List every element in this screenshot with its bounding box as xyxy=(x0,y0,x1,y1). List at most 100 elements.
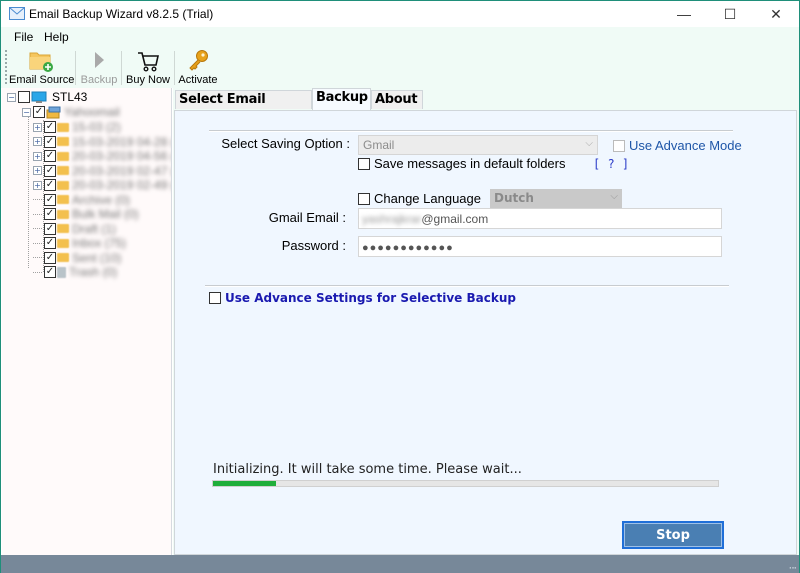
maximize-icon: ☐ xyxy=(723,5,737,22)
toolbar-separator xyxy=(174,51,175,85)
expand-icon[interactable]: + xyxy=(33,151,42,161)
expand-icon[interactable]: + xyxy=(33,122,42,132)
tree-checkbox[interactable]: ✓ xyxy=(44,135,56,148)
checkbox[interactable] xyxy=(358,157,370,170)
tab-select-email-source[interactable]: Select Email Source xyxy=(175,90,312,125)
folder-icon xyxy=(57,224,69,233)
folder-add-icon xyxy=(29,52,53,72)
tree-checkbox[interactable] xyxy=(18,91,30,103)
email-source-label: Email Source xyxy=(9,74,75,86)
folder-icon xyxy=(57,166,69,175)
password-label: Password : xyxy=(281,238,346,253)
minimize-button[interactable]: — xyxy=(661,1,707,27)
tree-node-folder[interactable]: +✓ 20-03-2019 04-56 (0) xyxy=(33,149,171,163)
tree-node-folder[interactable]: +✓ 20-03-2019 02-47 (0) xyxy=(33,163,171,178)
tree-node-folder[interactable]: ✓ Draft (1) xyxy=(33,222,116,236)
tree-checkbox[interactable]: ✓ xyxy=(44,251,56,264)
change-language-checkbox[interactable]: Change Language xyxy=(358,191,481,206)
resize-grip-icon[interactable]: ⠠⠤ xyxy=(786,562,797,571)
toolbar-separator xyxy=(75,51,76,85)
saving-option-label: Select Saving Option : xyxy=(221,136,350,151)
tree-node-folder[interactable]: ✓ Sent (10) xyxy=(33,251,121,265)
collapse-icon[interactable]: − xyxy=(7,92,16,102)
folder-icon xyxy=(57,253,69,262)
folder-icon xyxy=(57,151,69,161)
stop-button[interactable]: Stop xyxy=(622,521,724,549)
menu-help[interactable]: Help xyxy=(44,30,69,44)
mail-stack-icon xyxy=(46,106,61,118)
tree-checkbox[interactable]: ✓ xyxy=(44,164,56,177)
tree-node-root[interactable]: − STL43 xyxy=(7,90,87,104)
tree-checkbox[interactable]: ✓ xyxy=(44,179,56,191)
backup-label: Backup xyxy=(80,74,118,86)
saving-option-select[interactable]: Gmail ⌵ xyxy=(358,135,598,155)
tree-node-folder[interactable]: +✓ 20-03-2019 02-49 (0) xyxy=(33,178,171,192)
status-bar: ⠠⠤ xyxy=(1,555,799,573)
save-default-folders-checkbox[interactable]: Save messages in default folders xyxy=(358,156,566,171)
tree-node-folder[interactable]: ✓ Archive (0) xyxy=(33,193,130,207)
buy-now-button[interactable]: Buy Now xyxy=(124,48,172,88)
folder-label: 20-03-2019 02-49 (0) xyxy=(72,178,171,192)
checkbox[interactable] xyxy=(209,292,221,304)
password-input[interactable]: ●●●●●●●●●●●● xyxy=(358,236,722,257)
folder-label: Trash (0) xyxy=(69,265,118,279)
checkbox[interactable] xyxy=(613,139,625,152)
backup-button[interactable]: Backup xyxy=(79,48,119,88)
folder-label: 20-03-2019 02-47 (0) xyxy=(72,163,171,178)
gmail-email-input[interactable]: yashrajkrar@gmail.com xyxy=(358,208,722,229)
tree-checkbox[interactable]: ✓ xyxy=(44,150,56,162)
language-select[interactable]: Dutch ⌵ xyxy=(490,189,622,209)
gmail-email-label: Gmail Email : xyxy=(268,210,346,225)
chevron-down-icon: ⌵ xyxy=(610,191,618,202)
help-link[interactable]: [ ? ] xyxy=(593,157,629,171)
activate-button[interactable]: Activate xyxy=(177,48,219,88)
maximize-button[interactable]: ☐ xyxy=(707,1,753,27)
tree-checkbox[interactable]: ✓ xyxy=(44,208,56,220)
tree-node-account[interactable]: − ✓ Yahoomail xyxy=(22,105,120,119)
tab-backup[interactable]: Backup xyxy=(312,88,371,110)
trash-icon xyxy=(57,266,66,278)
collapse-icon[interactable]: − xyxy=(22,107,31,117)
title-bar: Email Backup Wizard v8.2.5 (Trial) — ☐ ✕ xyxy=(1,1,799,27)
folder-icon xyxy=(57,195,69,204)
use-advance-mode-checkbox[interactable]: Use Advance Mode xyxy=(613,138,742,153)
use-advance-mode-label: Use Advance Mode xyxy=(629,138,742,153)
expand-icon[interactable]: + xyxy=(33,137,42,146)
minimize-icon: — xyxy=(677,6,691,22)
close-button[interactable]: ✕ xyxy=(753,1,799,27)
tree-node-folder[interactable]: +✓ 15-03-2019 04-28 (0) xyxy=(33,135,171,149)
tree-node-folder[interactable]: ✓ Bulk Mail (0) xyxy=(33,207,139,221)
app-envelope-icon xyxy=(9,7,25,20)
expand-icon[interactable]: + xyxy=(33,180,42,190)
tree-checkbox[interactable]: ✓ xyxy=(44,237,56,249)
close-icon: ✕ xyxy=(770,5,782,22)
checkbox[interactable] xyxy=(358,192,370,205)
tree-checkbox[interactable]: ✓ xyxy=(44,121,56,133)
folder-icon xyxy=(57,122,69,132)
password-value: ●●●●●●●●●●●● xyxy=(362,242,454,254)
tree-connector xyxy=(33,257,42,258)
toolbar-separator xyxy=(121,51,122,85)
folder-label: Bulk Mail (0) xyxy=(72,207,139,221)
advance-settings-label: Use Advance Settings for Selective Backu… xyxy=(225,291,516,305)
email-source-button[interactable]: Email Source xyxy=(9,48,75,88)
tree-checkbox[interactable]: ✓ xyxy=(44,193,56,206)
save-default-folders-label: Save messages in default folders xyxy=(374,156,566,171)
menu-file[interactable]: File xyxy=(14,30,33,44)
status-message: Initializing. It will take some time. Pl… xyxy=(213,462,522,477)
email-domain: @gmail.com xyxy=(421,212,489,226)
tree-checkbox[interactable]: ✓ xyxy=(44,222,56,235)
tree-connector xyxy=(28,108,29,268)
tree-checkbox[interactable]: ✓ xyxy=(44,266,56,278)
folder-label: 15-03 (2) xyxy=(72,120,121,134)
expand-icon[interactable]: + xyxy=(33,166,42,175)
folder-tree: − STL43 − ✓ Yahoomail + ✓ 15-03 (2) + ✓ 15-03… xyxy=(2,88,172,555)
tab-about[interactable]: About xyxy=(371,90,423,109)
tree-connector xyxy=(33,213,42,215)
tree-checkbox[interactable]: ✓ xyxy=(33,106,45,118)
tree-node-folder[interactable]: ✓ Inbox (75) xyxy=(33,236,126,250)
tree-node-folder[interactable]: + ✓ 15-03 (2) xyxy=(33,120,121,134)
main-content: Select Email Source Backup About Select … xyxy=(173,88,799,555)
advance-settings-checkbox[interactable]: Use Advance Settings for Selective Backu… xyxy=(209,291,516,305)
tree-node-folder[interactable]: ✓ Trash (0) xyxy=(33,265,117,279)
